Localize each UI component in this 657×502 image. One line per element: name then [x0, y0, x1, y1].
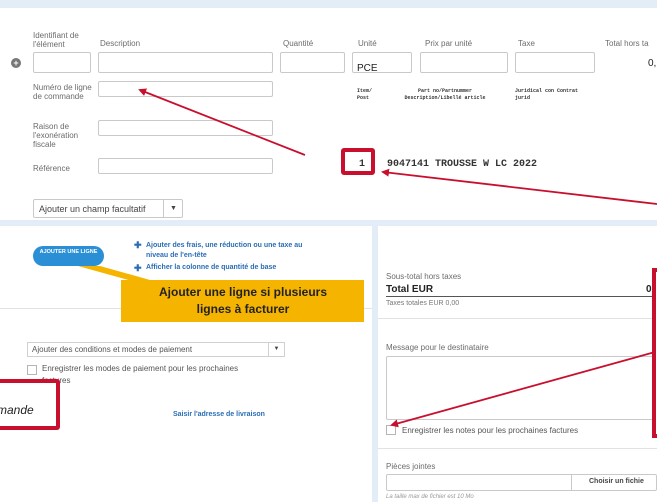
taxes-label: Taxes totales EUR 0,00 [386, 300, 460, 307]
add-line-button[interactable]: AJOUTER UNE LIGNE [33, 246, 104, 266]
reference-label: Référence [33, 164, 70, 173]
quantity-input[interactable] [280, 52, 345, 73]
save-payment-checkbox[interactable] [27, 365, 37, 375]
header-unit-price: Prix par unité [425, 39, 473, 48]
add-line-label: AJOUTER UNE LIGNE [39, 249, 98, 255]
order-line-input[interactable] [98, 81, 273, 97]
plus-icon: ✚ [134, 263, 142, 273]
highlight-side-box [652, 268, 657, 438]
choose-file-label: Choisir un fichie [589, 478, 644, 485]
header-unit: Unité [358, 39, 377, 48]
unit-value: PCE [357, 63, 378, 74]
unit-input[interactable]: PCE [352, 52, 412, 74]
lines-options-panel: AJOUTER UNE LIGNE ✚ Ajouter des frais, u… [0, 226, 372, 502]
payment-terms-label: Ajouter des conditions et modes de paiem… [32, 345, 193, 354]
highlight-note-text: mande [0, 403, 34, 417]
header-total: Total hors ta [605, 39, 649, 48]
description-input[interactable] [98, 52, 273, 73]
add-fees-link[interactable]: Ajouter des frais, une réduction ou une … [146, 241, 316, 261]
chevron-down-icon: ▼ [163, 200, 183, 217]
doc-header-contract: Juridical con Contrat jurid [515, 88, 579, 101]
save-notes-label: Enregistrer les notes pour les prochaine… [402, 426, 579, 435]
total-eur-label: Total EUR [386, 284, 434, 295]
doc-header-description: Part no/Partnummer Description/Libellé a… [404, 88, 486, 101]
doc-line-text: 9047141 TROUSSE W LC 2022 [387, 159, 538, 170]
order-line-label: Numéro de ligne de commande [33, 83, 92, 101]
total-underline [386, 296, 657, 297]
attachment-file-input[interactable]: Choisir un fichie [386, 474, 657, 491]
plus-icon: ✚ [134, 240, 142, 250]
attachments-label: Pièces jointes [386, 462, 436, 471]
shipping-address-link[interactable]: Saisir l'adresse de livraison [173, 411, 265, 418]
tax-input[interactable] [515, 52, 595, 73]
save-payment-label: Enregistrer les modes de paiement pour l… [42, 364, 239, 385]
optional-field-label: Ajouter un champ facultatif [39, 204, 146, 214]
exemption-label: Raison de l'exonération fiscale [33, 122, 79, 149]
header-quantity: Quantité [283, 39, 314, 48]
expand-row-icon[interactable]: + [11, 58, 21, 68]
unit-price-input[interactable] [420, 52, 508, 73]
summary-panel: Sous-total hors taxes Total EUR 0 Taxes … [378, 226, 657, 502]
message-label: Message pour le destinataire [386, 343, 489, 352]
chevron-down-icon: ▼ [268, 343, 284, 356]
base-qty-link[interactable]: Afficher la colonne de quantité de base [146, 264, 276, 271]
divider [378, 448, 657, 449]
callout-text: Ajouter une ligne si plusieurs lignes à … [158, 285, 328, 316]
exemption-input[interactable] [98, 120, 273, 136]
subtotal-label: Sous-total hors taxes [386, 272, 462, 281]
line-total-value: 0, [648, 58, 657, 69]
header-item-id: Identifiant de l'élément [33, 31, 79, 49]
item-id-input[interactable] [33, 52, 91, 73]
divider [378, 318, 657, 319]
header-description: Description [100, 39, 141, 48]
save-notes-checkbox[interactable] [386, 425, 396, 435]
total-eur-value: 0 [646, 284, 652, 295]
highlight-line-number [341, 148, 375, 175]
file-size-note: La taille max de fichier est 10 Mo [386, 494, 474, 500]
choose-file-button[interactable]: Choisir un fichie [571, 475, 657, 490]
header-tax: Taxe [518, 39, 535, 48]
items-panel: Identifiant de l'élément Description Qua… [0, 8, 657, 220]
reference-input[interactable] [98, 158, 273, 174]
optional-field-select[interactable]: Ajouter un champ facultatif ▼ [33, 199, 183, 218]
doc-header-item: Item/ Post [357, 88, 373, 101]
message-textarea[interactable] [386, 356, 657, 420]
payment-terms-select[interactable]: Ajouter des conditions et modes de paiem… [27, 342, 285, 357]
